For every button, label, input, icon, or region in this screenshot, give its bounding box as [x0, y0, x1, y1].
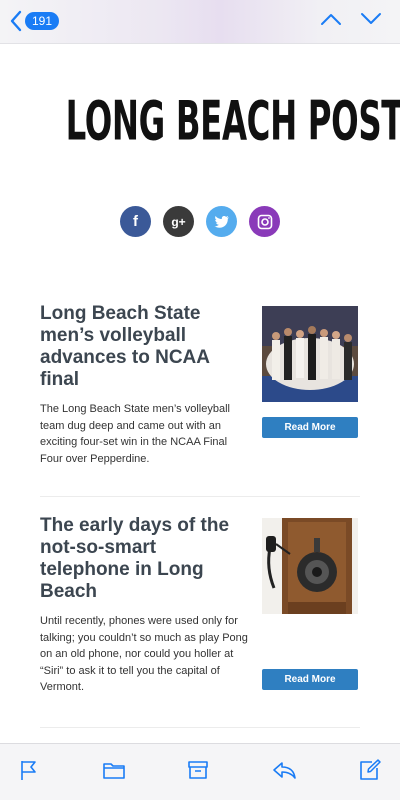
email-body[interactable]: LONG BEACH POST f g+ Long Beach State me… — [0, 45, 400, 743]
antique-telephone-image — [262, 518, 358, 614]
flag-icon — [21, 760, 36, 780]
reply-button[interactable] — [271, 760, 297, 785]
volleyball-team-image — [262, 306, 358, 402]
mail-nav-bar: 191 — [0, 0, 400, 44]
facebook-icon[interactable]: f — [120, 206, 151, 237]
article-title[interactable]: The early days of the not-so-smart telep… — [40, 515, 245, 603]
back-button[interactable]: 191 — [10, 10, 60, 32]
previous-message-button[interactable] — [320, 12, 342, 31]
twitter-bird-icon — [214, 215, 229, 228]
read-more-button[interactable]: Read More — [262, 417, 358, 438]
unread-count-badge: 191 — [25, 12, 60, 30]
twitter-icon[interactable] — [206, 206, 237, 237]
google-plus-icon[interactable]: g+ — [163, 206, 194, 237]
chevron-left-icon — [10, 10, 22, 32]
camera-glyph-icon — [257, 214, 272, 229]
article-item: Long Beach State men’s volleyball advanc… — [40, 303, 360, 467]
compose-button[interactable] — [358, 758, 382, 787]
article-title[interactable]: Long Beach State men’s volleyball advanc… — [40, 303, 245, 391]
next-message-button[interactable] — [360, 12, 382, 31]
chevron-down-icon — [361, 13, 381, 24]
article-item: The early days of the not-so-smart telep… — [40, 515, 360, 696]
reply-icon — [272, 761, 296, 779]
article-thumbnail-telephone[interactable] — [262, 518, 358, 614]
move-to-folder-button[interactable] — [102, 760, 126, 785]
flag-button[interactable] — [18, 759, 40, 786]
instagram-icon[interactable] — [249, 206, 280, 237]
masthead-title: LONG BEACH POST — [65, 89, 400, 153]
chevron-up-icon — [321, 14, 341, 25]
read-more-button[interactable]: Read More — [262, 669, 358, 690]
article-summary: Until recently, phones were used only fo… — [40, 615, 248, 693]
masthead: LONG BEACH POST — [0, 89, 400, 153]
article-thumbnail-volleyball[interactable] — [262, 306, 358, 402]
folder-icon — [102, 762, 125, 779]
social-links: f g+ — [0, 206, 400, 237]
article-divider — [40, 727, 360, 728]
archive-button[interactable] — [187, 760, 209, 785]
compose-icon — [360, 758, 381, 780]
article-summary: The Long Beach State men’s volleyball te… — [40, 403, 230, 465]
archive-icon — [188, 760, 208, 779]
article-divider — [40, 496, 360, 497]
mail-toolbar — [0, 743, 400, 800]
